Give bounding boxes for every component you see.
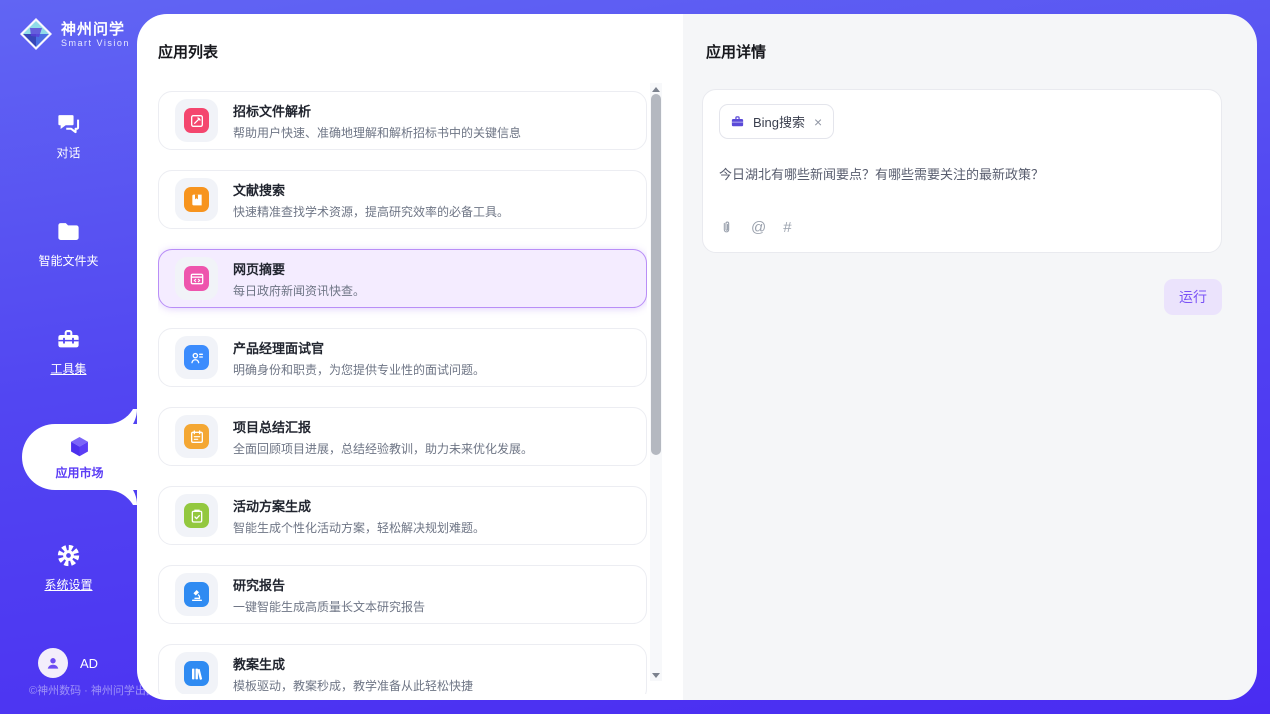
app-card-bid-parsing[interactable]: 招标文件解析 帮助用户快速、准确地理解和解析招标书中的关键信息 [158,91,647,150]
app-title: 教案生成 [233,654,473,673]
app-card-literature-search[interactable]: 文献搜索 快速精准查找学术资源，提高研究效率的必备工具。 [158,170,647,229]
app-emblem [175,494,218,537]
prompt-text[interactable]: 今日湖北有哪些新闻要点？有哪些需要关注的最新政策？ [719,164,1205,183]
cube-icon [66,433,93,460]
app-card-project-summary[interactable]: 项目总结汇报 全面回顾项目进展，总结经验教训，助力未来优化发展。 [158,407,647,466]
tool-tag-bing-search[interactable]: Bing搜索 × [719,104,834,139]
user-initials: AD [80,656,98,671]
app-emblem [175,573,218,616]
app-list: 招标文件解析 帮助用户快速、准确地理解和解析招标书中的关键信息 文献搜索 快速精… [158,91,647,694]
app-card-event-plan[interactable]: 活动方案生成 智能生成个性化活动方案，轻松解决规划难题。 [158,486,647,545]
briefcase-icon [730,114,745,129]
person-icon [44,654,62,672]
app-title: 招标文件解析 [233,101,521,120]
app-title: 产品经理面试官 [233,338,485,357]
user-account[interactable]: AD [38,648,98,678]
books-icon [189,666,205,682]
browser-code-icon [189,271,205,287]
sidebar-item-label: 对话 [56,144,80,161]
app-card-lesson-plan[interactable]: 教案生成 模板驱动，教案秒成，教学准备从此轻松快捷 [158,644,647,694]
app-emblem [175,415,218,458]
folder-icon [55,218,82,245]
copyright-text: ©神州数码 · 神州问学出品 [29,682,157,698]
app-desc: 全面回顾项目进展，总结经验教训，助力未来优化发展。 [233,440,533,457]
list-scrollbar[interactable] [650,83,662,681]
prompt-card[interactable]: Bing搜索 × 今日湖北有哪些新闻要点？有哪些需要关注的最新政策？ @ # [702,89,1222,253]
brand-tagline: Smart Vision [61,38,130,48]
brand-logo-icon [18,16,54,52]
app-list-panel: 应用列表 招标文件解析 帮助用户快速、准确地理解和解析招标书中的关键信息 [137,14,683,700]
close-icon[interactable]: × [813,115,823,129]
scroll-down-arrow-icon[interactable] [650,669,662,681]
app-emblem [175,99,218,142]
sidebar-item-smart-folder[interactable]: 智能文件夹 [0,218,137,269]
app-desc: 模板驱动，教案秒成，教学准备从此轻松快捷 [233,677,473,694]
app-title: 网页摘要 [233,259,365,278]
at-mention-icon[interactable]: @ [751,219,766,236]
sidebar-item-toolset[interactable]: 工具集 [0,326,137,377]
brand: 神州问学 Smart Vision [0,0,137,52]
sidebar-item-label: 应用市场 [55,464,103,481]
edit-doc-icon [189,113,205,129]
sidebar-item-label: 工具集 [50,360,86,377]
sidebar-item-label: 系统设置 [44,576,92,593]
app-list-title: 应用列表 [158,41,647,62]
app-desc: 快速精准查找学术资源，提高研究效率的必备工具。 [233,203,509,220]
sidebar: 神州问学 Smart Vision 对话 智能文件夹 工具集 应用市场 [0,0,137,714]
app-detail-panel: 应用详情 Bing搜索 × 今日湖北有哪些新闻要点？有哪些需要关注的最新政策？ … [683,14,1257,700]
app-emblem [175,178,218,221]
sidebar-item-settings[interactable]: 系统设置 [0,542,137,593]
app-title: 活动方案生成 [233,496,485,515]
app-title: 研究报告 [233,575,425,594]
toolbox-icon [55,326,82,353]
book-icon [189,192,205,208]
clipboard-check-icon [189,508,205,524]
app-emblem [175,257,218,300]
app-desc: 帮助用户快速、准确地理解和解析招标书中的关键信息 [233,124,521,141]
app-title: 项目总结汇报 [233,417,533,436]
app-emblem [175,336,218,379]
app-desc: 明确身份和职责，为您提供专业性的面试问题。 [233,361,485,378]
app-detail-title: 应用详情 [706,41,1222,62]
app-desc: 一键智能生成高质量长文本研究报告 [233,598,425,615]
app-desc: 每日政府新闻资讯快查。 [233,282,365,299]
app-card-pm-interviewer[interactable]: 产品经理面试官 明确身份和职责，为您提供专业性的面试问题。 [158,328,647,387]
app-card-research-report[interactable]: 研究报告 一键智能生成高质量长文本研究报告 [158,565,647,624]
run-row: 运行 [702,279,1222,315]
hash-tag-icon[interactable]: # [783,219,791,236]
tool-tag-label: Bing搜索 [753,112,805,131]
sidebar-item-label: 智能文件夹 [38,252,98,269]
app-desc: 智能生成个性化活动方案，轻松解决规划难题。 [233,519,485,536]
report-note-icon [189,429,205,445]
run-button[interactable]: 运行 [1164,279,1222,315]
scrollbar-thumb[interactable] [651,94,661,455]
paperclip-icon[interactable] [719,220,734,235]
microscope-icon [189,587,205,603]
sidebar-item-chat[interactable]: 对话 [0,110,137,161]
avatar [38,648,68,678]
content-area: 应用列表 招标文件解析 帮助用户快速、准确地理解和解析招标书中的关键信息 [137,14,1257,700]
attachment-toolbar: @ # [719,219,1205,240]
interviewer-icon [189,350,205,366]
chat-icon [55,110,82,137]
app-title: 文献搜索 [233,180,509,199]
brand-name: 神州问学 [61,21,130,38]
gear-icon [55,542,82,569]
app-card-web-summary[interactable]: 网页摘要 每日政府新闻资讯快查。 [158,249,647,308]
sidebar-item-app-market[interactable]: 应用市场 [22,424,137,490]
app-emblem [175,652,218,694]
